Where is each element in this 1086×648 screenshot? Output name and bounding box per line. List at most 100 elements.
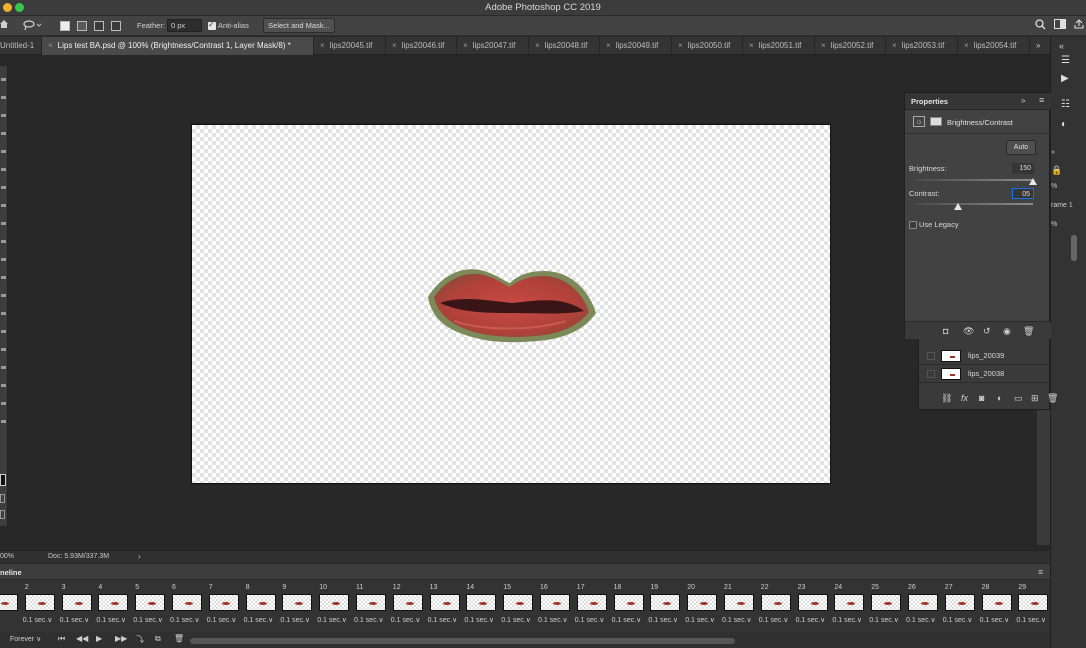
screen-mode-icon[interactable] xyxy=(0,510,5,519)
timeline-frame[interactable]: 14 0.1 sec.∨ xyxy=(464,582,501,628)
timeline-frame[interactable]: 29 0.1 sec.∨ xyxy=(1016,582,1053,628)
add-mask-icon[interactable]: ◙ xyxy=(979,393,984,403)
tab-lips20051[interactable]: × lips20051.tif xyxy=(743,37,815,55)
timeline-frame[interactable]: 8 0.1 sec.∨ xyxy=(244,582,281,628)
status-menu-arrow-icon[interactable]: › xyxy=(138,552,141,561)
adjustment-layer-icon[interactable]: ◐ xyxy=(997,393,1002,403)
layer-row[interactable]: lips_20038 xyxy=(919,365,1051,383)
history-brush-tool-icon[interactable] xyxy=(1,240,6,243)
timeline-frame[interactable]: 23 0.1 sec.∨ xyxy=(796,582,833,628)
frame-delay-select[interactable]: 0.1 sec.∨ xyxy=(538,616,568,624)
dodge-tool-icon[interactable] xyxy=(1,312,6,315)
panel-expand-icon[interactable]: » xyxy=(1051,149,1055,156)
tab-lips20048[interactable]: × lips20048.tif xyxy=(529,37,600,55)
path-select-tool-icon[interactable] xyxy=(1,366,6,369)
lasso-tool-icon[interactable] xyxy=(1,114,6,117)
frame-thumbnail[interactable] xyxy=(503,594,534,611)
frame-delay-select[interactable]: 0.1 sec.∨ xyxy=(648,616,678,624)
eraser-tool-icon[interactable] xyxy=(1,258,6,261)
close-tab-icon[interactable]: × xyxy=(606,41,611,50)
frame-delay-select[interactable]: 0.1 sec.∨ xyxy=(685,616,715,624)
frame-delay-select[interactable]: 0.1 sec.∨ xyxy=(428,616,458,624)
close-tab-icon[interactable]: × xyxy=(48,41,53,50)
move-tool-icon[interactable] xyxy=(1,78,6,81)
contrast-value[interactable]: 05 xyxy=(1012,188,1034,199)
timeline-frame[interactable]: 25 0.1 sec.∨ xyxy=(869,582,906,628)
document-canvas[interactable] xyxy=(191,124,831,484)
antialias-checkbox[interactable] xyxy=(208,20,216,30)
quick-mask-icon[interactable] xyxy=(0,494,5,503)
shape-tool-icon[interactable] xyxy=(1,384,6,387)
tab-lips-test-ba[interactable]: × Lips test BA.psd @ 100% (Brightness/Con… xyxy=(42,37,314,55)
new-group-icon[interactable]: ▭ xyxy=(1014,393,1023,404)
frame-thumbnail[interactable] xyxy=(466,594,497,611)
close-tab-icon[interactable]: × xyxy=(821,41,826,50)
tab-lips20047[interactable]: × lips20047.tif xyxy=(457,37,529,55)
frame-thumbnail[interactable] xyxy=(576,594,607,611)
frame-thumbnail[interactable] xyxy=(944,594,975,611)
subtract-selection-icon[interactable] xyxy=(94,21,104,31)
select-and-mask-button[interactable]: Select and Mask... xyxy=(263,18,335,33)
crop-tool-icon[interactable] xyxy=(1,150,6,153)
frame-thumbnail[interactable] xyxy=(24,594,55,611)
first-frame-icon[interactable]: ⏮ xyxy=(58,634,65,644)
clip-to-layer-icon[interactable]: ◘ xyxy=(943,326,948,336)
add-selection-icon[interactable] xyxy=(77,21,87,31)
tab-untitled-1[interactable]: Untitled-1 xyxy=(0,37,42,55)
tab-lips20050[interactable]: × lips20050.tif xyxy=(672,37,743,55)
lock-icon[interactable]: 🔒 xyxy=(1051,165,1062,176)
frame-delay-select[interactable]: 0.1 sec.∨ xyxy=(280,616,310,624)
frame-delay-select[interactable]: 0.1 sec.∨ xyxy=(832,616,862,624)
reset-adjustment-icon[interactable]: ↺ xyxy=(983,326,991,337)
timeline-frame[interactable]: 4 0.1 sec.∨ xyxy=(96,582,133,628)
tween-icon[interactable]: ⤵ xyxy=(136,634,144,645)
type-tool-icon[interactable] xyxy=(1,348,6,351)
brush-tool-icon[interactable] xyxy=(1,204,6,207)
search-icon[interactable] xyxy=(1035,19,1046,33)
frame-delay-select[interactable]: 0.1 sec.∨ xyxy=(391,616,421,624)
frame-thumbnail[interactable] xyxy=(282,594,313,611)
layer-visibility-toggle[interactable] xyxy=(927,370,935,378)
use-legacy-checkbox[interactable] xyxy=(909,221,917,229)
frame-thumbnail[interactable] xyxy=(871,594,902,611)
timeline-frame[interactable]: 27 0.1 sec.∨ xyxy=(943,582,980,628)
frame-thumbnail[interactable] xyxy=(98,594,129,611)
previous-frame-icon[interactable]: ◀◀ xyxy=(76,634,88,643)
hand-tool-icon[interactable] xyxy=(1,402,6,405)
timeline-frame[interactable]: 3 0.1 sec.∨ xyxy=(60,582,97,628)
timeline-frame[interactable]: 16 0.1 sec.∨ xyxy=(538,582,575,628)
frame-thumbnail[interactable] xyxy=(172,594,202,611)
frame-thumbnail[interactable] xyxy=(981,594,1012,611)
close-tab-icon[interactable]: × xyxy=(535,41,540,50)
intersect-selection-icon[interactable] xyxy=(111,21,121,31)
layer-row[interactable]: lips_20039 xyxy=(919,347,1051,365)
tab-lips20049[interactable]: × lips20049.tif xyxy=(600,37,672,55)
tab-lips20053[interactable]: × lips20053.tif xyxy=(886,37,958,55)
timeline-frame[interactable]: 7 0.1 sec.∨ xyxy=(207,582,244,628)
frame-thumbnail[interactable] xyxy=(208,594,239,611)
close-tab-icon[interactable]: × xyxy=(392,41,397,50)
timeline-frame[interactable]: 9 0.1 sec.∨ xyxy=(280,582,317,628)
timeline-frame[interactable]: 2 0.1 sec.∨ xyxy=(23,582,60,628)
duplicate-frame-icon[interactable]: ⧉ xyxy=(155,634,161,644)
frame-thumbnail[interactable] xyxy=(356,594,386,611)
frame-thumbnail[interactable] xyxy=(1018,594,1049,611)
frame-delay-select[interactable]: 0.1 sec.∨ xyxy=(796,616,826,624)
frame-delay-select[interactable]: 0.1 sec.∨ xyxy=(759,616,789,624)
frame-thumbnail[interactable] xyxy=(135,594,166,611)
frame-thumbnail[interactable] xyxy=(540,594,570,611)
frame-delay-select[interactable]: 0.1 sec.∨ xyxy=(980,616,1010,624)
timeline-frame[interactable]: 21 0.1 sec.∨ xyxy=(722,582,759,628)
frame-thumbnail[interactable] xyxy=(908,594,938,611)
timeline-scrollbar[interactable] xyxy=(190,638,735,644)
tab-lips20045[interactable]: × lips20045.tif xyxy=(314,37,386,55)
link-layers-icon[interactable]: ⛓ xyxy=(941,393,952,404)
layers-scrollbar[interactable] xyxy=(1071,235,1077,261)
stamp-tool-icon[interactable] xyxy=(1,222,6,225)
frame-thumbnail[interactable] xyxy=(61,594,92,611)
lasso-tool-icon[interactable] xyxy=(22,19,42,33)
delete-layer-icon[interactable]: 🗑 xyxy=(1047,393,1058,404)
frame-delay-select[interactable]: 0.1 sec.∨ xyxy=(170,616,200,624)
timeline-frame[interactable]: 19 0.1 sec.∨ xyxy=(648,582,685,628)
frame-thumbnail[interactable] xyxy=(760,594,791,611)
